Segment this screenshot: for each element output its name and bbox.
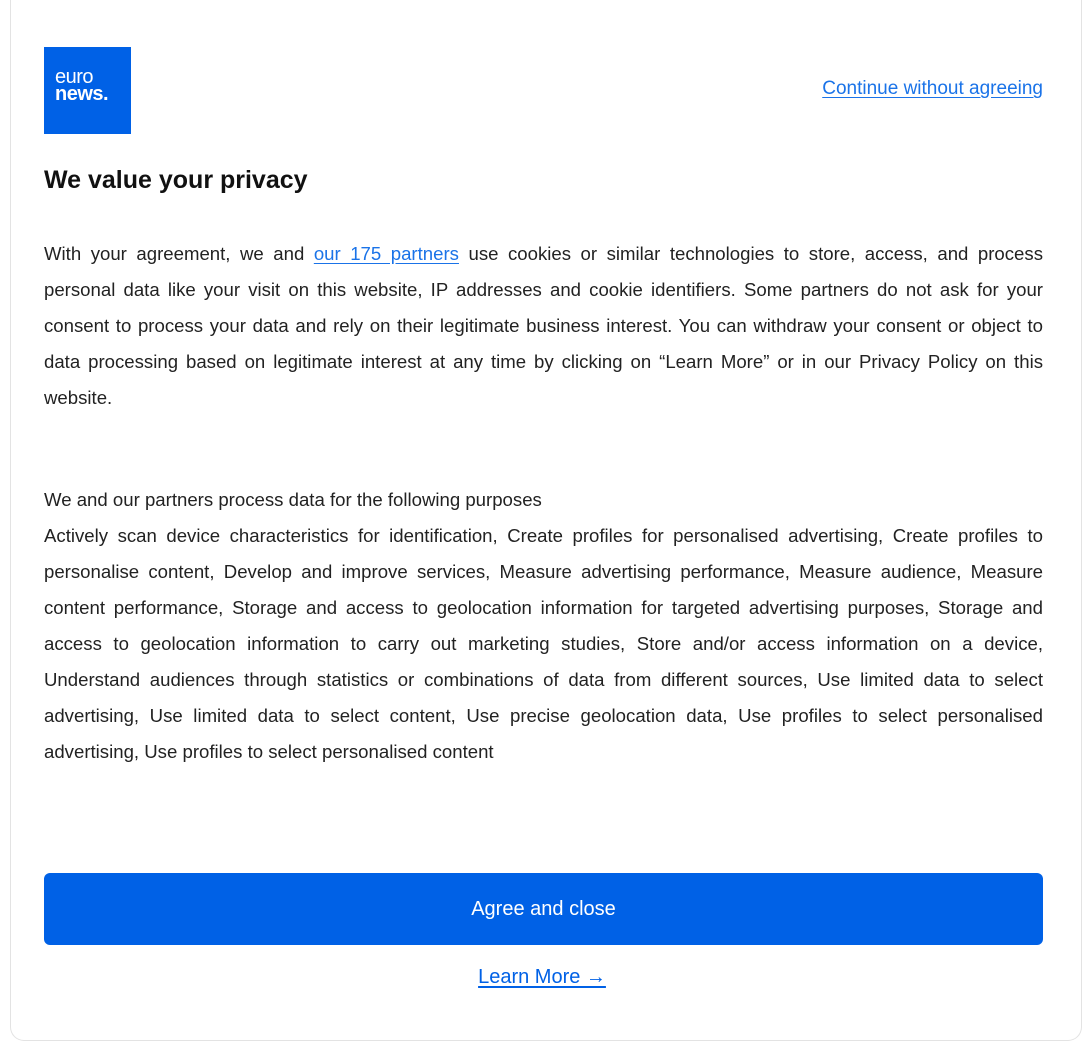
dialog-header: euro news. Continue without agreeing xyxy=(44,47,1043,134)
purposes-heading: We and our partners process data for the… xyxy=(44,489,542,510)
logo-line-2: news. xyxy=(55,83,109,105)
partners-link[interactable]: our 175 partners xyxy=(314,243,459,264)
intro-paragraph: With your agreement, we and our 175 part… xyxy=(44,236,1043,416)
continue-without-agreeing-link[interactable]: Continue without agreeing xyxy=(822,78,1043,100)
intro-text-before: With your agreement, we and xyxy=(44,243,314,264)
purposes-section: We and our partners process data for the… xyxy=(44,482,1043,770)
euronews-logo: euro news. xyxy=(44,47,131,134)
learn-more-container: Learn More → xyxy=(0,966,1084,989)
purposes-list: Actively scan device characteristics for… xyxy=(44,525,1043,762)
intro-text-after: use cookies or similar technologies to s… xyxy=(44,243,1043,408)
learn-more-link[interactable]: Learn More → xyxy=(478,966,606,988)
agree-and-close-button[interactable]: Agree and close xyxy=(44,873,1043,945)
dialog-title: We value your privacy xyxy=(44,166,308,194)
